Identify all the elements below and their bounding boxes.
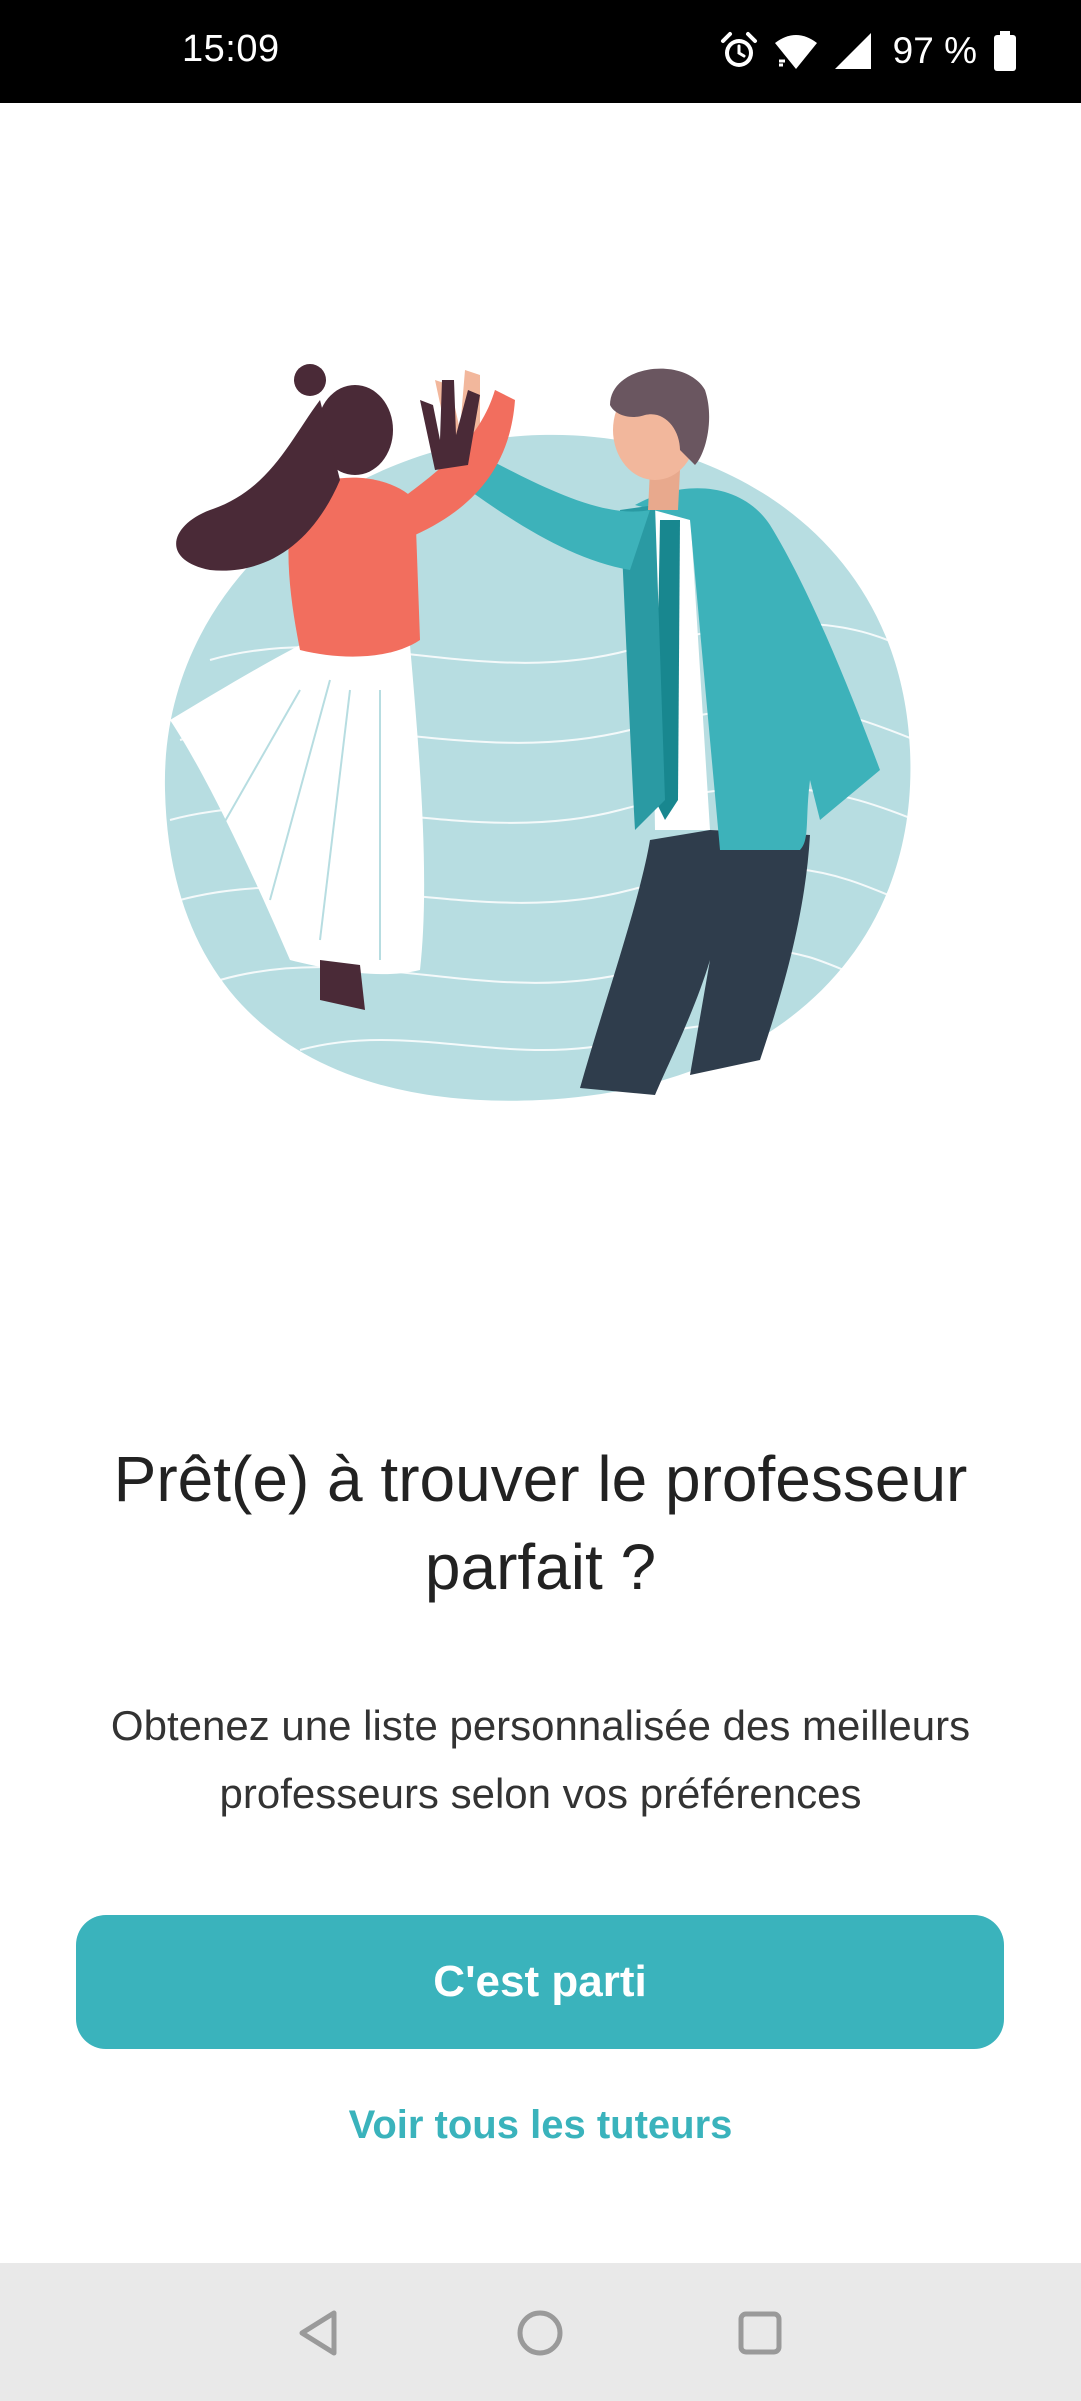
high-five-illustration	[150, 360, 930, 1120]
start-button[interactable]: C'est parti	[76, 1915, 1004, 2049]
page-title: Prêt(e) à trouver le professeur parfait …	[113, 1443, 968, 1603]
status-icons: 97 %	[719, 26, 1017, 76]
recents-icon[interactable]	[730, 2303, 790, 2363]
back-icon[interactable]	[290, 2303, 350, 2363]
status-time: 15:09	[182, 28, 280, 70]
home-icon[interactable]	[510, 2303, 570, 2363]
battery-percentage: 97 %	[892, 30, 977, 71]
alarm-icon	[719, 31, 759, 71]
signal-icon	[833, 31, 873, 71]
battery-icon	[993, 31, 1017, 71]
view-all-tutors-link[interactable]: Voir tous les tuteurs	[0, 2103, 1081, 2148]
system-nav-bar	[0, 2263, 1081, 2401]
wifi-icon	[773, 31, 819, 71]
page-subtitle: Obtenez une liste personnalisée des meil…	[110, 1702, 971, 1817]
status-bar: 15:09 97 %	[0, 0, 1081, 103]
